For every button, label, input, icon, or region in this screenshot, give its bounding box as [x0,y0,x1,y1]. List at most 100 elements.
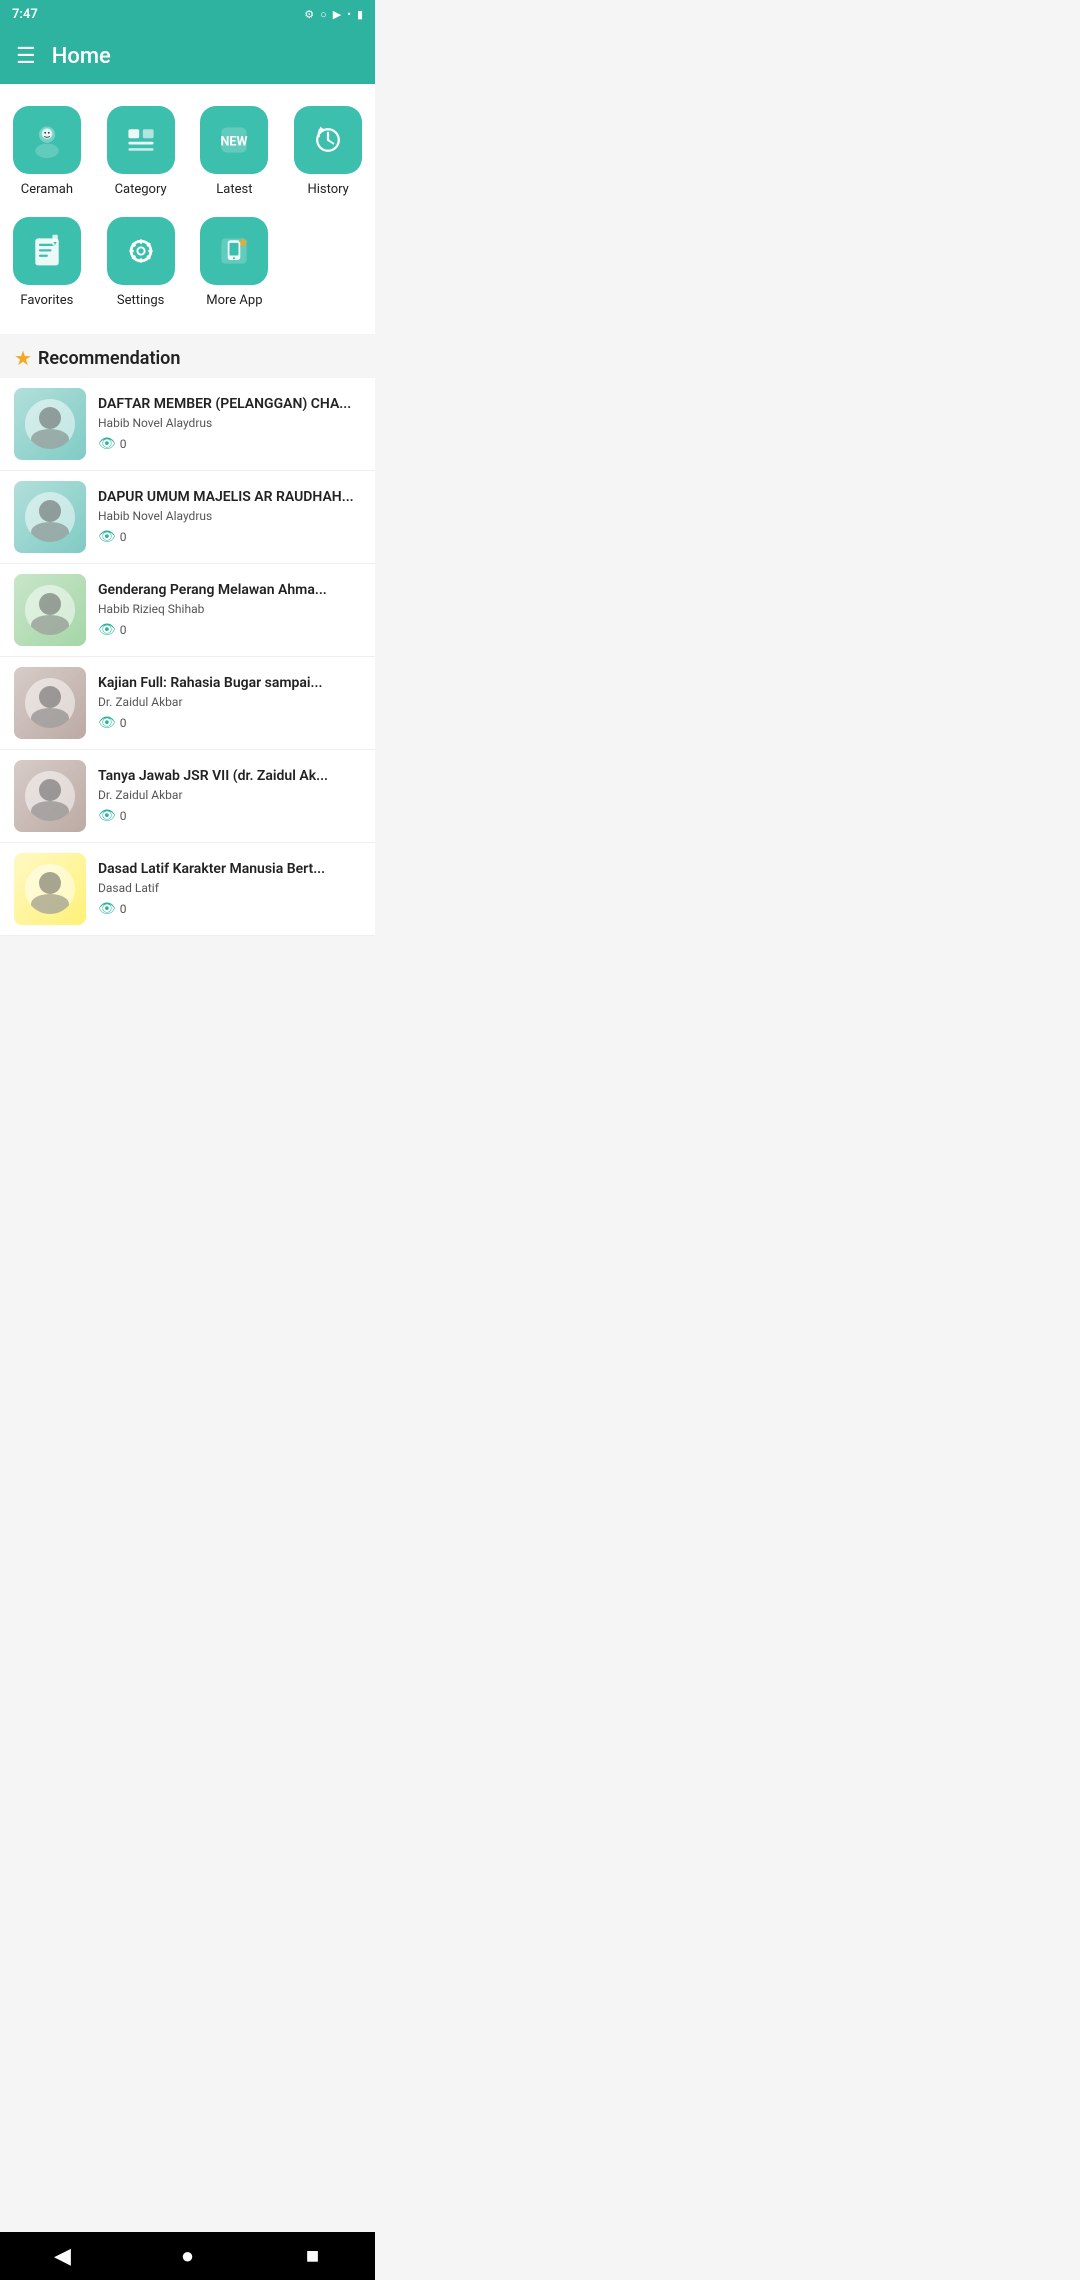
play-icon: ▶ [333,8,341,21]
bottom-nav: ◀ ● ■ [0,2232,375,2280]
settings-icon [123,233,159,269]
star-icon: ★ [14,346,32,370]
grid-menu: Ceramah Category NEW Latest [0,84,375,334]
view-count-3: 0 [120,623,127,637]
history-label: History [307,182,348,197]
favorites-icon-wrap [13,217,81,285]
view-count-4: 0 [120,716,127,730]
ceramah-icon-wrap [13,106,81,174]
latest-icon-wrap: NEW [200,106,268,174]
item-info-1: DAFTAR MEMBER (PELANGGAN) CHA... Habib N… [98,396,361,452]
moreapp-icon-wrap [200,217,268,285]
category-label: Category [115,182,167,197]
list-item[interactable]: Tanya Jawab JSR VII (dr. Zaidul Ak... Dr… [0,750,375,843]
eye-icon-5: 👁 [98,808,116,824]
item-author-3: Habib Rizieq Shihab [98,602,361,616]
item-author-6: Dasad Latif [98,881,361,895]
settings-icon-wrap [107,217,175,285]
section-title: Recommendation [38,348,180,369]
recommendation-list: DAFTAR MEMBER (PELANGGAN) CHA... Habib N… [0,378,375,936]
eye-icon-2: 👁 [98,529,116,545]
home-button[interactable]: ● [163,2232,213,2280]
item-meta-3: 👁 0 [98,622,361,638]
thumbnail-2 [14,481,86,553]
menu-icon[interactable]: ☰ [16,44,36,69]
item-meta-6: 👁 0 [98,901,361,917]
history-icon-wrap [294,106,362,174]
item-author-4: Dr. Zaidul Akbar [98,695,361,709]
item-title-1: DAFTAR MEMBER (PELANGGAN) CHA... [98,396,361,412]
circle-icon: ○ [320,8,327,21]
avatar-face-1 [25,399,75,449]
settings-label: Settings [117,293,164,308]
item-author-2: Habib Novel Alaydrus [98,509,361,523]
history-icon [310,122,346,158]
latest-icon: NEW [216,122,252,158]
favorites-icon [29,233,65,269]
battery-icon: ▮ [357,8,363,21]
item-author-5: Dr. Zaidul Akbar [98,788,361,802]
category-icon [123,122,159,158]
item-info-2: DAPUR UMUM MAJELIS AR RAUDHAH... Habib N… [98,489,361,545]
list-item[interactable]: DAFTAR MEMBER (PELANGGAN) CHA... Habib N… [0,378,375,471]
recents-button[interactable]: ■ [288,2232,338,2280]
item-info-3: Genderang Perang Melawan Ahma... Habib R… [98,582,361,638]
app-bar: ☰ Home [0,28,375,84]
thumbnail-4 [14,667,86,739]
latest-label: Latest [216,182,252,197]
thumbnail-1 [14,388,86,460]
list-item[interactable]: DAPUR UMUM MAJELIS AR RAUDHAH... Habib N… [0,471,375,564]
settings-status-icon: ⚙ [304,8,314,21]
item-title-2: DAPUR UMUM MAJELIS AR RAUDHAH... [98,489,361,505]
item-meta-2: 👁 0 [98,529,361,545]
eye-icon-6: 👁 [98,901,116,917]
eye-icon-4: 👁 [98,715,116,731]
view-count-1: 0 [120,437,127,451]
dot-icon: • [347,8,351,21]
avatar-face-3 [25,585,75,635]
item-title-5: Tanya Jawab JSR VII (dr. Zaidul Ak... [98,768,361,784]
item-meta-1: 👁 0 [98,436,361,452]
eye-icon-3: 👁 [98,622,116,638]
ceramah-label: Ceramah [21,182,73,197]
view-count-2: 0 [120,530,127,544]
avatar-face-5 [25,771,75,821]
grid-item-history[interactable]: History [281,96,375,207]
category-icon-wrap [107,106,175,174]
item-meta-4: 👁 0 [98,715,361,731]
avatar-face-4 [25,678,75,728]
list-item[interactable]: Genderang Perang Melawan Ahma... Habib R… [0,564,375,657]
item-info-6: Dasad Latif Karakter Manusia Bert... Das… [98,861,361,917]
grid-item-category[interactable]: Category [94,96,188,207]
moreapp-label: More App [206,293,262,308]
view-count-6: 0 [120,902,127,916]
item-title-4: Kajian Full: Rahasia Bugar sampai... [98,675,361,691]
app-title: Home [52,44,111,69]
list-item[interactable]: Kajian Full: Rahasia Bugar sampai... Dr.… [0,657,375,750]
favorites-label: Favorites [20,293,73,308]
status-bar: 7:47 ⚙ ○ ▶ • ▮ [0,0,375,28]
avatar-face-2 [25,492,75,542]
status-icons: ⚙ ○ ▶ • ▮ [304,8,363,21]
grid-item-latest[interactable]: NEW Latest [188,96,282,207]
grid-item-moreapp[interactable]: More App [188,207,282,318]
item-info-4: Kajian Full: Rahasia Bugar sampai... Dr.… [98,675,361,731]
grid-item-favorites[interactable]: Favorites [0,207,94,318]
grid-item-settings[interactable]: Settings [94,207,188,318]
recommendation-header: ★ Recommendation [0,334,375,378]
item-title-3: Genderang Perang Melawan Ahma... [98,582,361,598]
thumbnail-3 [14,574,86,646]
eye-icon-1: 👁 [98,436,116,452]
list-item[interactable]: Dasad Latif Karakter Manusia Bert... Das… [0,843,375,936]
thumbnail-6 [14,853,86,925]
item-author-1: Habib Novel Alaydrus [98,416,361,430]
grid-item-ceramah[interactable]: Ceramah [0,96,94,207]
item-info-5: Tanya Jawab JSR VII (dr. Zaidul Ak... Dr… [98,768,361,824]
moreapp-icon [216,233,252,269]
avatar-face-6 [25,864,75,914]
svg-text:NEW: NEW [221,134,248,149]
item-title-6: Dasad Latif Karakter Manusia Bert... [98,861,361,877]
back-button[interactable]: ◀ [38,2232,88,2280]
item-meta-5: 👁 0 [98,808,361,824]
thumbnail-5 [14,760,86,832]
